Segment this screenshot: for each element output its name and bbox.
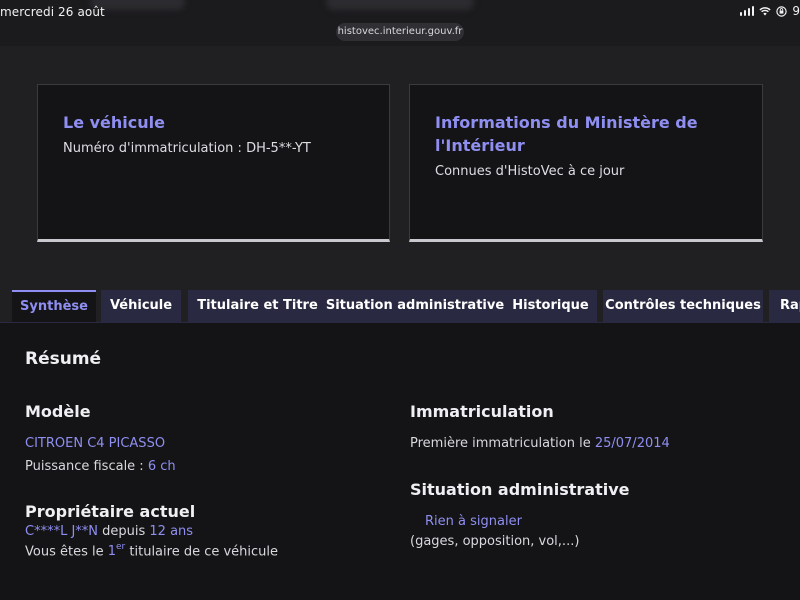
battery-percentage: 9 <box>792 4 800 18</box>
url-bar[interactable]: histovec.interieur.gouv.fr <box>336 23 464 41</box>
owner-name: C****L J**N <box>25 524 99 539</box>
ministry-card: Informations du Ministère de l'Intérieur… <box>409 84 763 242</box>
tab-titulaire-titre[interactable]: Titulaire et Titre <box>188 290 327 322</box>
fiscal-power: Puissance fiscale : 6 ch <box>25 459 176 474</box>
tab-situation-administrative[interactable]: Situation administrative <box>322 290 508 322</box>
model-name: CITROEN C4 PICASSO <box>25 436 166 451</box>
owner-duration: 12 ans <box>149 524 194 539</box>
registration-number: Numéro d'immatriculation : DH-5**-YT <box>63 141 311 156</box>
blurred-header-element <box>326 0 474 10</box>
ministry-card-subtitle: Connues d'HistoVec à ce jour <box>435 164 625 179</box>
status-icons: 9 <box>739 4 800 18</box>
orientation-lock-icon <box>776 5 788 17</box>
status-date: mercredi 26 août <box>0 5 105 19</box>
registration-value: DH-5**-YT <box>246 141 311 156</box>
ministry-card-title: Informations du Ministère de l'Intérieur <box>435 113 698 155</box>
vehicle-card: Le véhicule Numéro d'immatriculation : D… <box>37 84 390 242</box>
first-registration-date: 25/07/2014 <box>594 436 670 451</box>
vehicle-card-title: Le véhicule <box>63 113 165 132</box>
model-title: Modèle <box>25 402 91 421</box>
tab-bar: Synthèse Véhicule Titulaire et Titre Sit… <box>12 290 800 322</box>
tab-synthese[interactable]: Synthèse <box>12 290 96 322</box>
cellular-signal-icon <box>739 6 755 16</box>
owner-rank: Vous êtes le 1er titulaire de ce véhicul… <box>25 542 279 560</box>
admin-status-value: Rien à signaler <box>425 514 522 529</box>
admin-status-detail: (gages, opposition, vol,...) <box>410 534 580 549</box>
tab-controles-techniques[interactable]: Contrôles techniques <box>603 290 763 322</box>
tab-rapport[interactable]: Rap <box>769 290 800 322</box>
registration-title: Immatriculation <box>410 402 554 421</box>
tab-historique[interactable]: Historique <box>504 290 597 322</box>
resume-title: Résumé <box>25 349 102 369</box>
admin-status-title: Situation administrative <box>410 480 630 499</box>
fiscal-power-value: 6 ch <box>147 459 176 474</box>
current-owner-title: Propriétaire actuel <box>25 502 196 521</box>
first-registration: Première immatriculation le 25/07/2014 <box>410 436 670 451</box>
tab-vehicule[interactable]: Véhicule <box>101 290 181 322</box>
wifi-icon <box>759 7 771 16</box>
status-bar: mercredi 26 août 9 histovec.interieur.go… <box>0 0 800 46</box>
owner-info: C****L J**N depuis 12 ans <box>25 524 194 539</box>
owner-rank-number: 1er <box>107 542 126 560</box>
